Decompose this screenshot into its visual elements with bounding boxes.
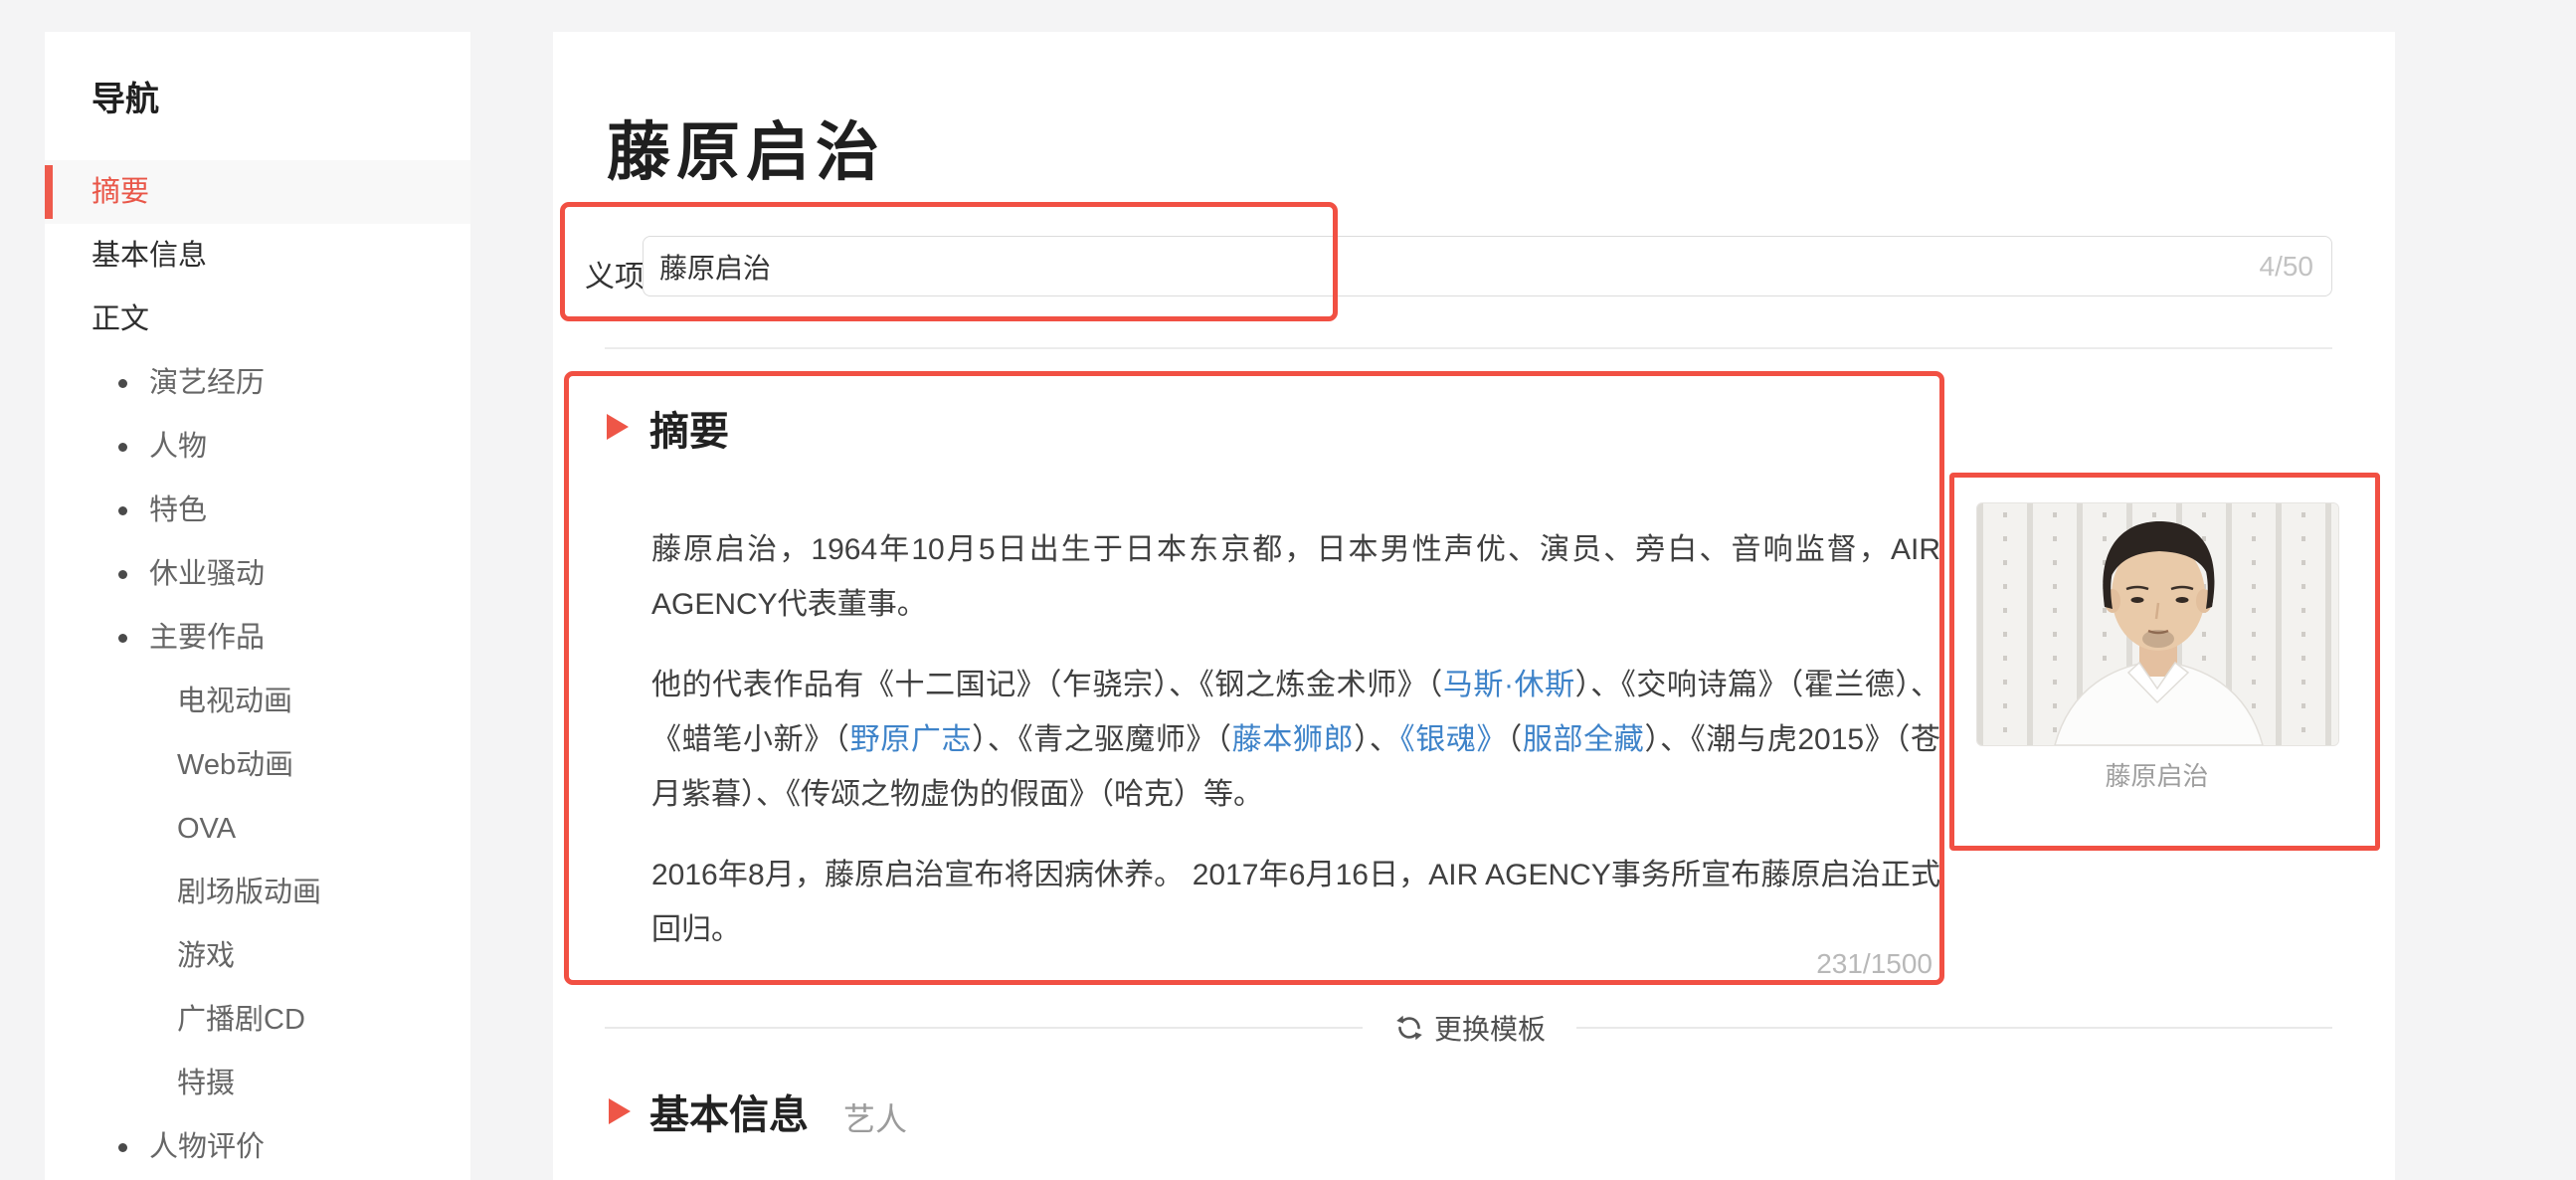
- summary-char-counter: 231/1500: [1816, 948, 1932, 980]
- text-segment: ）、《青之驱魔师》（: [972, 723, 1232, 756]
- section-marker-triangle-icon: [607, 414, 629, 440]
- wiki-link[interactable]: 藤本狮郎: [1232, 723, 1355, 756]
- sidebar-nav-list: 摘要基本信息正文演艺经历人物特色休业骚动主要作品电视动画 Web动画 OVA 剧场版动…: [45, 160, 470, 1179]
- sidebar-item[interactable]: 人物: [45, 415, 470, 479]
- bullet-icon: [118, 1143, 127, 1152]
- lemma-char-counter: 4/50: [2260, 251, 2332, 283]
- photo-caption: 藤原启治: [1976, 756, 2337, 793]
- sidebar-item-label: 人物评价: [149, 1131, 265, 1163]
- sidebar-item[interactable]: OVA: [45, 797, 470, 861]
- template-divider-right: [1576, 1027, 2332, 1029]
- sidebar-item[interactable]: 人物评价: [45, 1115, 470, 1179]
- bullet-icon: [118, 570, 127, 579]
- summary-section-heading: 摘要: [649, 399, 729, 457]
- sidebar-item-label: Web动画: [177, 749, 293, 781]
- template-divider-left: [605, 1027, 1363, 1029]
- wiki-link[interactable]: 服部全藏: [1523, 723, 1645, 756]
- sidebar-item[interactable]: 剧场版动画: [45, 861, 470, 924]
- active-indicator-bar: [45, 165, 53, 219]
- refresh-icon: [1394, 1013, 1424, 1043]
- sidebar-item[interactable]: 特摄: [45, 1052, 470, 1115]
- text-segment: ）、: [1354, 723, 1399, 756]
- sidebar-item-label: 人物: [149, 431, 207, 463]
- sidebar-item[interactable]: 休业骚动: [45, 542, 470, 606]
- sidebar-item[interactable]: 游戏: [45, 924, 470, 988]
- sidebar-item-label: 特色: [149, 494, 207, 526]
- navigation-sidebar: 导航 摘要基本信息正文演艺经历人物特色休业骚动主要作品电视动画 Web动画 OVA 剧…: [45, 32, 470, 1180]
- sidebar-item-label: OVA: [177, 813, 236, 845]
- sidebar-item-label: 特摄: [177, 1068, 235, 1099]
- sidebar-item-label: 正文: [92, 303, 149, 335]
- basic-info-section-heading: 基本信息: [649, 1082, 809, 1140]
- portrait-photo-image: [1977, 503, 2338, 745]
- section-divider: [605, 347, 2332, 349]
- sidebar-item-label: 基本信息: [92, 240, 207, 272]
- sidebar-item[interactable]: 正文: [45, 288, 470, 351]
- text-segment: 藤原启治，1964年10月5日出生于日本东京都，日本男性声优、演员、旁白、音响监…: [651, 533, 1940, 621]
- sidebar-title: 导航: [92, 72, 159, 120]
- sidebar-item[interactable]: 电视动画: [45, 670, 470, 733]
- editor-main-panel: 藤原启治 义项 4/50 摘要 藤原启治，1964年10月5日出生于日本东京都，…: [553, 32, 2395, 1180]
- summary-paragraph: 他的代表作品有《十二国记》（乍骁宗）、《钢之炼金术师》（马斯·休斯）、《交响诗篇…: [651, 658, 1940, 822]
- sidebar-item[interactable]: Web动画: [45, 733, 470, 797]
- sidebar-item-label: 演艺经历: [149, 367, 265, 399]
- change-template-label: 更换模板: [1434, 1008, 1546, 1048]
- wiki-link[interactable]: 《银魂》: [1400, 723, 1508, 756]
- sidebar-item[interactable]: 特色: [45, 479, 470, 542]
- sidebar-item-label: 电视动画: [177, 686, 292, 717]
- wiki-link[interactable]: 野原广志: [850, 723, 973, 756]
- sidebar-item-label: 主要作品: [149, 622, 265, 654]
- sidebar-item-label: 广播剧CD: [177, 1004, 305, 1036]
- bullet-icon: [118, 506, 127, 515]
- sidebar-item-label: 剧场版动画: [177, 877, 321, 908]
- change-template-button[interactable]: 更换模板: [1394, 1009, 1546, 1047]
- sidebar-item[interactable]: 主要作品: [45, 606, 470, 670]
- sidebar-item[interactable]: 广播剧CD: [45, 988, 470, 1052]
- lemma-field-label: 义项: [585, 252, 644, 295]
- text-segment: 他的代表作品有《十二国记》（乍骁宗）、《钢之炼金术师》（: [651, 669, 1443, 701]
- wiki-link[interactable]: 马斯·休斯: [1443, 669, 1575, 701]
- sidebar-item-label: 休业骚动: [149, 558, 265, 590]
- basic-info-type-tag: 艺人: [843, 1094, 907, 1140]
- section-marker-triangle-icon: [609, 1098, 631, 1124]
- page-title: 藤原启治: [607, 101, 885, 193]
- bullet-icon: [118, 634, 127, 643]
- bullet-icon: [118, 379, 127, 388]
- sidebar-item[interactable]: 摘要: [45, 160, 470, 224]
- sidebar-item[interactable]: 基本信息: [45, 224, 470, 288]
- lemma-input[interactable]: [644, 251, 2260, 283]
- sidebar-item-label: 摘要: [92, 176, 149, 208]
- entry-photo[interactable]: [1976, 502, 2339, 746]
- sidebar-item[interactable]: 演艺经历: [45, 351, 470, 415]
- text-segment: 2016年8月，藤原启治宣布将因病休养。 2017年6月16日，AIR AGEN…: [651, 859, 1940, 946]
- summary-paragraphs[interactable]: 藤原启治，1964年10月5日出生于日本东京都，日本男性声优、演员、旁白、音响监…: [651, 522, 1940, 957]
- summary-paragraph: 2016年8月，藤原启治宣布将因病休养。 2017年6月16日，AIR AGEN…: [651, 848, 1940, 957]
- text-segment: （: [1507, 723, 1523, 756]
- bullet-icon: [118, 443, 127, 452]
- sidebar-item-label: 游戏: [177, 940, 235, 972]
- summary-paragraph: 藤原启治，1964年10月5日出生于日本东京都，日本男性声优、演员、旁白、音响监…: [651, 522, 1940, 632]
- lemma-input-wrapper: 4/50: [643, 236, 2332, 296]
